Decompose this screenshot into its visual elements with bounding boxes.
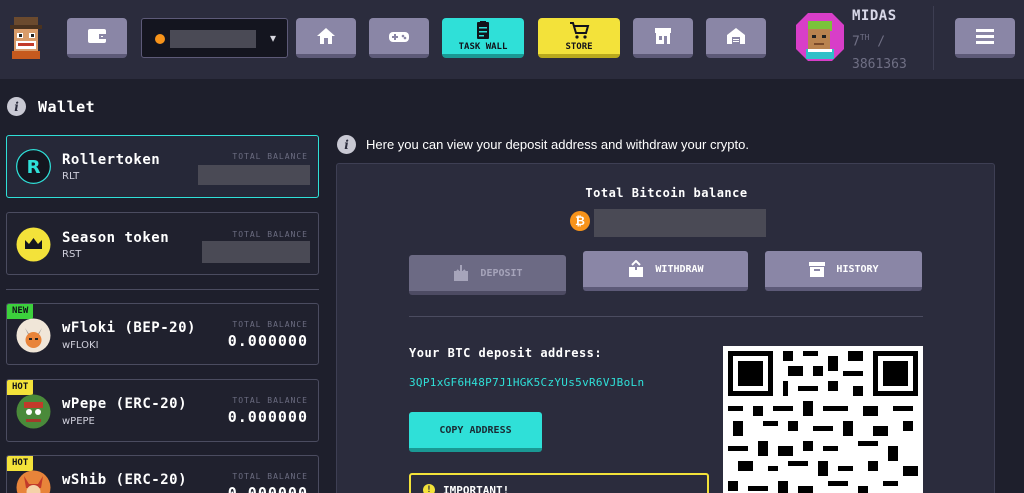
gamepad-icon <box>389 32 409 42</box>
clipboard-icon <box>477 21 489 39</box>
total-balance-label: TOTAL BALANCE <box>232 396 308 405</box>
avatar[interactable] <box>794 11 846 63</box>
home-icon <box>317 28 335 44</box>
qr-code <box>723 346 923 493</box>
token-card-wfloki[interactable]: NEW wFloki (BEP-20) wFLOKI TOTAL BALANCE… <box>6 303 319 365</box>
deposit-label: DEPOSIT <box>480 267 523 279</box>
cart-icon <box>570 22 590 39</box>
token-card-wshib[interactable]: HOT wShib (ERC-20) TOTAL BALANCE 0.00000… <box>6 455 319 493</box>
token-name: wPepe (ERC-20) <box>62 396 188 412</box>
rollertoken-icon: R <box>16 149 51 184</box>
info-icon[interactable]: i <box>7 97 26 116</box>
chevron-down-icon: ▾ <box>269 31 276 45</box>
house-icon <box>727 28 745 44</box>
nav-home-button[interactable] <box>296 18 356 58</box>
bitcoin-icon <box>155 34 165 44</box>
deposit-icon <box>454 265 469 281</box>
crown-icon <box>16 227 51 262</box>
rank-total: 3861363 <box>852 57 907 73</box>
rank-suffix: TH <box>859 33 870 42</box>
balance-hidden <box>202 241 310 263</box>
wallet-icon <box>88 29 106 43</box>
token-list-divider <box>6 289 319 290</box>
currency-balance-hidden <box>170 30 256 48</box>
token-card-rollertoken[interactable]: R Rollertoken RLT TOTAL BALANCE <box>6 135 319 198</box>
token-symbol: wFLOKI <box>62 340 99 351</box>
menu-button[interactable] <box>955 18 1015 58</box>
nav-hangar-button[interactable] <box>706 18 766 58</box>
nav-marketplace-button[interactable] <box>633 18 693 58</box>
top-navbar: ▾ TASK WALL STORE MIDAS 7TH / 3861363 <box>0 0 1024 79</box>
store-label: STORE <box>565 42 593 52</box>
rank-position: 7 <box>852 34 860 50</box>
rank-separator: / <box>877 34 886 50</box>
token-card-wpepe[interactable]: HOT wPepe (ERC-20) wPEPE TOTAL BALANCE 0… <box>6 379 319 442</box>
user-rank: 7TH / 3861363 <box>852 26 907 76</box>
floki-icon <box>16 318 51 353</box>
token-balance: 0.000000 <box>227 332 308 350</box>
svg-text:R: R <box>27 157 41 178</box>
token-card-season-token[interactable]: Season token RST TOTAL BALANCE <box>6 212 319 275</box>
marketplace-icon <box>655 28 671 44</box>
info-icon[interactable]: i <box>337 135 356 154</box>
pepe-icon <box>16 394 51 429</box>
token-symbol: RST <box>62 249 82 260</box>
copy-address-button[interactable]: COPY ADDRESS <box>409 412 542 452</box>
token-name: Rollertoken <box>62 152 161 168</box>
btc-address[interactable]: 3QP1xGF6H48P7J1HGK5CzYUs5vR6VJBoLn <box>409 376 644 389</box>
withdraw-label: WITHDRAW <box>655 263 704 275</box>
copy-address-label: COPY ADDRESS <box>439 424 512 436</box>
task-wall-label: TASK WALL <box>458 42 508 52</box>
token-symbol: wPEPE <box>62 416 95 427</box>
card-divider <box>409 316 923 317</box>
withdraw-button[interactable]: WITHDRAW <box>583 251 748 291</box>
history-label: HISTORY <box>836 263 879 275</box>
warning-icon: ! <box>423 484 435 493</box>
intro-text: Here you can view your deposit address a… <box>366 137 749 152</box>
hamburger-icon <box>976 29 994 44</box>
total-balance-label: TOTAL BALANCE <box>232 230 308 239</box>
token-name: Season token <box>62 230 170 246</box>
token-balance: 0.000000 <box>227 484 308 493</box>
withdraw-icon <box>629 260 644 277</box>
bitcoin-icon: ₿ <box>570 211 590 231</box>
nav-store-button[interactable]: STORE <box>538 18 620 58</box>
token-name: wShib (ERC-20) <box>62 472 188 488</box>
important-label: IMPORTANT! <box>443 484 510 493</box>
total-balance-label: TOTAL BALANCE <box>232 472 308 481</box>
wallet-heading: i Wallet <box>7 97 95 116</box>
total-balance-label: TOTAL BALANCE <box>232 152 308 161</box>
address-label: Your BTC deposit address: <box>409 346 603 360</box>
archive-icon <box>809 262 826 277</box>
hot-badge: HOT <box>7 380 34 395</box>
bitcoin-balance-hidden <box>594 209 766 237</box>
token-symbol: RLT <box>62 171 80 182</box>
nav-games-button[interactable] <box>369 18 429 58</box>
important-notice: ! IMPORTANT! <box>409 473 709 493</box>
deposit-button[interactable]: DEPOSIT <box>409 255 566 295</box>
page-title: Wallet <box>38 97 96 116</box>
header-divider <box>933 6 934 70</box>
token-balance: 0.000000 <box>227 408 308 426</box>
currency-select[interactable]: ▾ <box>141 18 288 58</box>
intro-row: i Here you can view your deposit address… <box>337 135 749 154</box>
nav-wallet-button[interactable] <box>67 18 127 58</box>
bitcoin-card: Total Bitcoin balance ₿ DEPOSIT WITHDRAW… <box>336 163 995 493</box>
history-button[interactable]: HISTORY <box>765 251 922 291</box>
new-badge: NEW <box>7 304 34 319</box>
token-name: wFloki (BEP-20) <box>62 320 196 336</box>
total-balance-label: TOTAL BALANCE <box>232 320 308 329</box>
shib-icon <box>16 470 51 493</box>
hot-badge: HOT <box>7 456 34 471</box>
nav-task-wall-button[interactable]: TASK WALL <box>442 18 524 58</box>
balance-title: Total Bitcoin balance <box>585 186 748 200</box>
logo-icon[interactable] <box>8 17 44 59</box>
username: MIDAS <box>852 8 897 24</box>
balance-hidden <box>198 165 310 185</box>
